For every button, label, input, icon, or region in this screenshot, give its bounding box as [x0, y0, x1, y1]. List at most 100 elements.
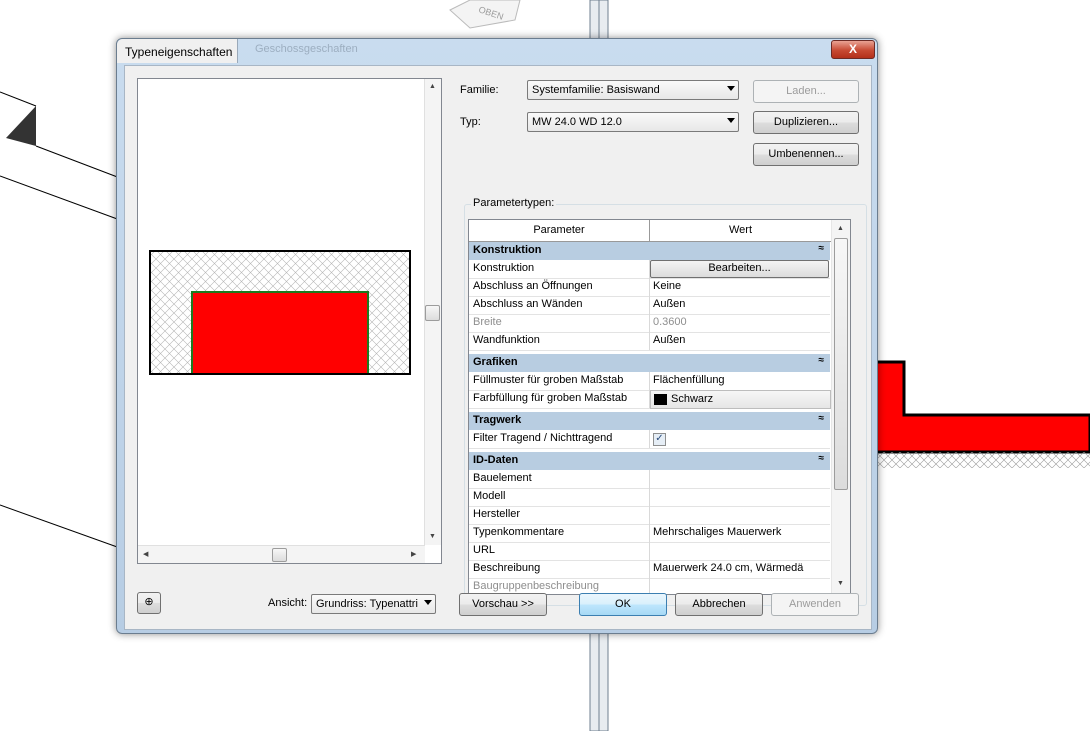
param-name: Baugruppenbeschreibung: [473, 580, 599, 592]
param-name: Hersteller: [473, 508, 521, 520]
family-select-value: Systemfamilie: Basiswand: [532, 84, 660, 96]
param-name: Konstruktion: [473, 262, 535, 274]
column-header-value[interactable]: Wert: [650, 220, 831, 241]
wall-section-red: [874, 360, 1090, 454]
color-name: Schwarz: [671, 393, 714, 405]
parameter-grid: Parameter Wert Konstruktion ≈ Konstrukti…: [468, 219, 851, 595]
table-row[interactable]: Modell: [469, 488, 830, 507]
param-name: Füllmuster für groben Maßstab: [473, 374, 624, 386]
preview-pane: ▲ ▼ ◀ ▶: [137, 78, 442, 564]
table-row[interactable]: Füllmuster für groben Maßstab Flächenfül…: [469, 372, 830, 391]
type-properties-dialog: Typeneigenschaften Geschossgeschaften X …: [116, 38, 878, 634]
param-name: Wandfunktion: [473, 334, 540, 346]
table-row[interactable]: Bauelement: [469, 470, 830, 489]
param-name: Farbfüllung für groben Maßstab: [473, 392, 628, 404]
param-value: 0.3600: [653, 316, 687, 328]
filter-tragend-checkbox[interactable]: ✓: [653, 433, 666, 446]
edit-structure-button[interactable]: Bearbeiten...: [650, 260, 829, 278]
param-name: Filter Tragend / Nichttragend: [473, 432, 613, 444]
param-value[interactable]: Mehrschaliges Mauerwerk: [653, 526, 781, 538]
param-value[interactable]: Außen: [653, 334, 685, 346]
view-select-value: Grundriss: Typenattri: [316, 598, 418, 610]
preview-hscroll-thumb[interactable]: [272, 548, 287, 562]
ghost-window-title-text: Geschossgeschaften: [255, 43, 358, 55]
close-button[interactable]: X: [831, 40, 875, 59]
dialog-title-bar: Typeneigenschaften: [117, 39, 238, 63]
param-value[interactable]: Außen: [653, 298, 685, 310]
param-value[interactable]: Keine: [653, 280, 681, 292]
wall-preview-drawing: [149, 250, 411, 375]
param-name: Abschluss an Wänden: [473, 298, 583, 310]
viewcube-icon[interactable]: OBEN: [449, 0, 521, 29]
scroll-right-icon[interactable]: ▶: [411, 550, 416, 558]
collapse-icon[interactable]: ≈: [819, 413, 825, 424]
param-name: Bauelement: [473, 472, 532, 484]
preview-vscroll-thumb[interactable]: [425, 305, 440, 321]
table-row[interactable]: Beschreibung Mauerwerk 24.0 cm, Wärmedä: [469, 560, 830, 579]
type-select-value: MW 24.0 WD 12.0: [532, 116, 622, 128]
chevron-down-icon: [727, 118, 735, 123]
table-row: Konstruktion Bearbeiten...: [469, 260, 830, 279]
zoom-preview-icon: ⊕: [144, 596, 154, 608]
scroll-down-icon[interactable]: ▼: [429, 533, 436, 540]
grid-vertical-scrollbar[interactable]: ▲ ▼: [831, 220, 850, 594]
scroll-up-icon[interactable]: ▲: [429, 83, 436, 90]
table-row[interactable]: Typenkommentare Mehrschaliges Mauerwerk: [469, 524, 830, 543]
section-id-daten[interactable]: ID-Daten ≈: [469, 452, 830, 470]
table-row[interactable]: Abschluss an Wänden Außen: [469, 296, 830, 315]
cancel-button[interactable]: Abbrechen: [675, 593, 763, 616]
color-picker-cell[interactable]: Schwarz: [650, 390, 831, 409]
duplicate-button[interactable]: Duplizieren...: [753, 111, 859, 134]
table-row[interactable]: Farbfüllung für groben Maßstab Schwarz: [469, 390, 831, 409]
preview-horizontal-scrollbar[interactable]: ◀ ▶: [138, 545, 425, 563]
section-title: ID-Daten: [473, 454, 519, 466]
rename-button[interactable]: Umbenennen...: [753, 143, 859, 166]
help-preview-button[interactable]: ⊕: [137, 592, 161, 614]
table-row: Breite 0.3600: [469, 314, 830, 333]
load-button[interactable]: Laden...: [753, 80, 859, 103]
section-title: Grafiken: [473, 356, 518, 368]
view-select[interactable]: Grundriss: Typenattri: [311, 594, 436, 614]
param-value[interactable]: Flächenfüllung: [653, 374, 725, 386]
chevron-down-icon: [424, 600, 432, 605]
preview-toggle-button[interactable]: Vorschau >>: [459, 593, 547, 616]
collapse-icon[interactable]: ≈: [819, 355, 825, 366]
param-value[interactable]: Mauerwerk 24.0 cm, Wärmedä: [653, 562, 803, 574]
color-swatch: [654, 394, 667, 405]
section-tragwerk[interactable]: Tragwerk ≈: [469, 412, 830, 430]
chevron-down-icon: [727, 86, 735, 91]
view-arrow-shape: [6, 106, 36, 146]
ghost-window-title: Geschossgeschaften: [247, 41, 697, 59]
table-row[interactable]: Wandfunktion Außen: [469, 332, 830, 351]
family-select[interactable]: Systemfamilie: Basiswand: [527, 80, 739, 100]
param-name: Breite: [473, 316, 502, 328]
param-name: Abschluss an Öffnungen: [473, 280, 593, 292]
section-title: Konstruktion: [473, 244, 542, 256]
section-grafiken[interactable]: Grafiken ≈: [469, 354, 830, 372]
family-label: Familie:: [460, 84, 499, 96]
parameter-group-label: Parametertypen:: [471, 197, 557, 209]
grid-header: Parameter Wert: [469, 220, 850, 242]
dialog-title: Typeneigenschaften: [125, 45, 233, 59]
scroll-left-icon[interactable]: ◀: [143, 550, 148, 558]
scroll-up-icon[interactable]: ▲: [837, 225, 844, 232]
param-name: URL: [473, 544, 496, 556]
collapse-icon[interactable]: ≈: [819, 453, 825, 464]
section-konstruktion[interactable]: Konstruktion ≈: [469, 242, 830, 260]
type-label: Typ:: [460, 116, 481, 128]
apply-button[interactable]: Anwenden: [771, 593, 859, 616]
view-label: Ansicht:: [268, 597, 308, 609]
grid-scroll-thumb[interactable]: [834, 238, 848, 490]
table-row[interactable]: Hersteller: [469, 506, 830, 525]
dialog-client-area: ▲ ▼ ◀ ▶ Familie: Systemfamilie: Basiswan…: [124, 65, 872, 630]
ok-button[interactable]: OK: [579, 593, 667, 616]
table-row[interactable]: Abschluss an Öffnungen Keine: [469, 278, 830, 297]
param-name: Typenkommentare: [473, 526, 565, 538]
type-select[interactable]: MW 24.0 WD 12.0: [527, 112, 739, 132]
column-header-parameter[interactable]: Parameter: [469, 220, 650, 241]
section-title: Tragwerk: [473, 414, 522, 426]
scroll-down-icon[interactable]: ▼: [837, 580, 844, 587]
table-row[interactable]: Filter Tragend / Nichttragend ✓: [469, 430, 830, 449]
collapse-icon[interactable]: ≈: [819, 243, 825, 254]
table-row[interactable]: URL: [469, 542, 830, 561]
